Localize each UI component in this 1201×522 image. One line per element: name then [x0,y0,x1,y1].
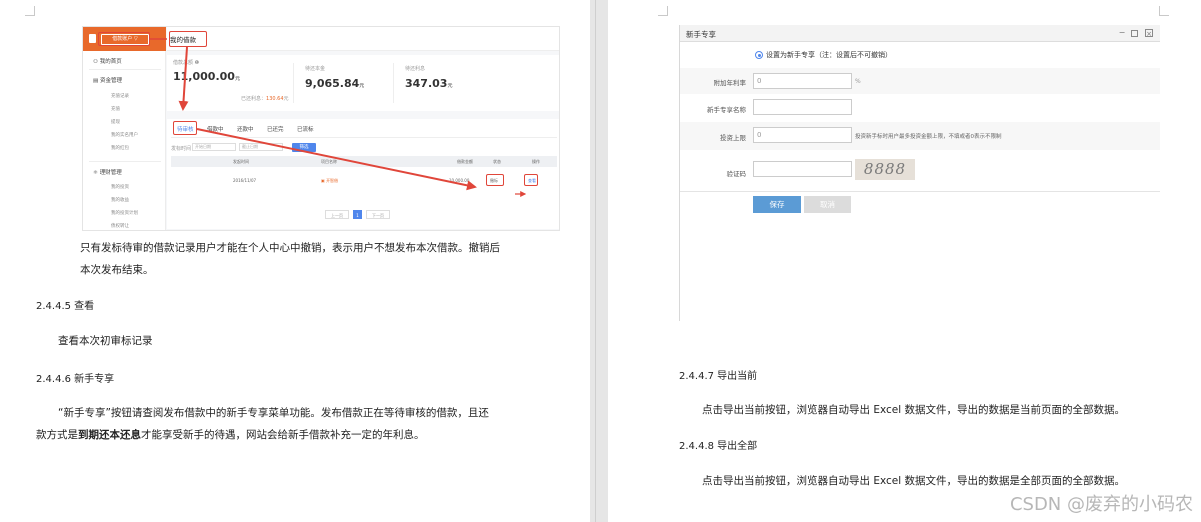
newbie-dialog: 新手专享 − × 设置为新手专享（注：设置后不可撤销） 附加年利率 0 % 新手… [679,25,1160,321]
csdn-watermark: CSDN @废弃的小码农 [1009,494,1193,515]
page-corner-mark [658,6,668,16]
captcha-image[interactable]: 8888 [855,159,915,180]
annotation-arrows [150,38,527,197]
close-icon[interactable]: × [1145,29,1153,38]
cancel-button[interactable]: 取消 [804,196,851,213]
field-suffix: % [855,78,861,85]
form-row: 验证码 8888 [680,151,1160,191]
page-corner-mark [1159,6,1169,16]
paragraph: “新手专享”按钮请查阅发布借款中的新手专享菜单功能。发布借款正在等待审核的借款，… [58,407,489,419]
caption-line: 本次发布结束。 [80,264,154,276]
field-hint: 投资新手标时用户最多投资金额上限，不填或者0表示不限制 [855,134,1002,140]
newbie-name-input[interactable] [753,99,852,115]
paragraph: 查看本次初审标记录 [58,335,153,347]
dialog-header: 新手专享 − × [680,25,1160,42]
dialog-title: 新手专享 [686,30,716,39]
divider [680,191,1160,192]
form-label: 附加年利率 [713,79,747,87]
radio-dot [757,53,761,57]
minimize-icon[interactable]: − [1118,29,1126,37]
borrow-screenshot: 借款账户 ▽ ⚇ 我的首页 ▤ 资金管理 充值记录 充值 提现 我的实名用户 我… [82,26,560,231]
divider [595,0,596,522]
section-heading: 2.4.4.7 导出当前 [679,371,758,382]
paragraph: 点击导出当前按钮，浏览器自动导出 Excel 数据文件，导出的数据是全部页面的全… [702,475,1125,487]
save-button[interactable]: 保存 [753,196,801,213]
caption-line: 只有发标待审的借款记录用户才能在个人中心中撤销，表示用户不想发布本次借款。撤销后 [80,242,500,254]
arrow-line [196,128,477,191]
form-row: 附加年利率 0 % [680,68,1160,94]
form-label: 投资上限 [720,134,746,142]
page-gutter [590,0,608,522]
paragraph: 点击导出当前按钮，浏览器自动导出 Excel 数据文件，导出的数据是当前页面的全… [702,404,1125,416]
captcha-input[interactable] [753,161,852,177]
invest-limit-input[interactable]: 0 [753,127,852,143]
maximize-icon[interactable] [1131,30,1138,37]
form-row: 投资上限 0 投资新手标时用户最多投资金额上限，不填或者0表示不限制 [680,122,1160,150]
rate-input[interactable]: 0 [753,73,852,89]
section-heading: 2.4.4.8 导出全部 [679,441,758,452]
arrow-line [178,46,189,111]
section-heading: 2.4.4.6 新手专享 [36,374,115,385]
paragraph: 款方式是到期还本还息才能享受新手的待遇，网站会给新手借款补充一定的年利息。 [36,429,425,441]
form-row: 新手专享名称 [680,95,1160,121]
section-heading: 2.4.4.5 查看 [36,301,95,312]
document-page-left: 借款账户 ▽ ⚇ 我的首页 ▤ 资金管理 充值记录 充值 提现 我的实名用户 我… [0,0,590,522]
radio-row: 设置为新手专享（注：设置后不可撤销） [680,43,1160,67]
page-corner-mark [25,6,35,16]
form-label: 新手专享名称 [707,106,746,114]
radio-label: 设置为新手专享（注：设置后不可撤销） [766,51,892,59]
form-label: 验证码 [726,170,747,178]
radio-button[interactable] [755,51,763,59]
